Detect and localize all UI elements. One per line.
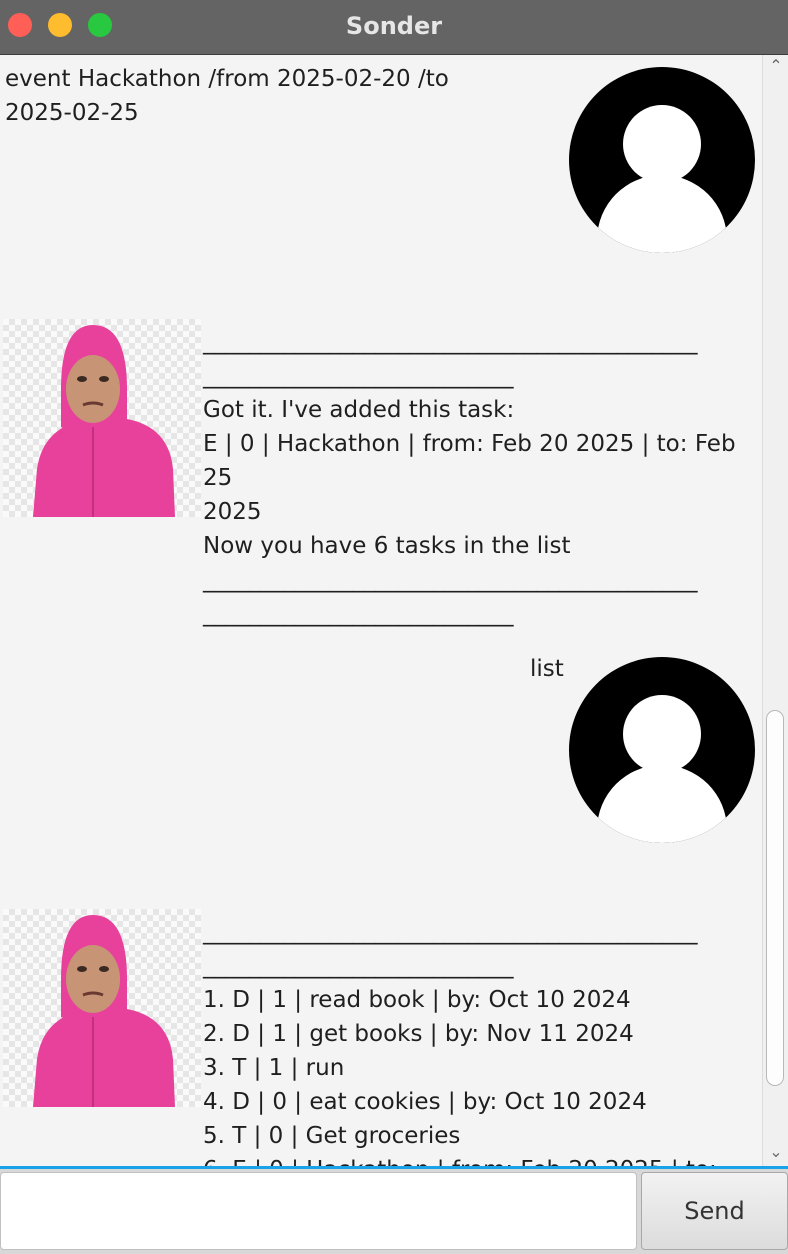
window-title: Sonder [345, 12, 443, 40]
scrollbar-thumb[interactable] [766, 710, 784, 1086]
user-avatar-icon [569, 657, 755, 843]
vertical-scrollbar[interactable]: ⌃ ⌄ [762, 55, 788, 1166]
user-message-text: list [530, 656, 564, 682]
bot-message-text: ________________________________________… [203, 329, 736, 627]
bot-avatar-image [3, 319, 201, 517]
chat-scroll-pane[interactable]: event Hackathon /from 2025-02-20 /to 202… [0, 55, 762, 1166]
title-bar: Sonder [0, 0, 788, 55]
send-button[interactable]: Send [641, 1172, 788, 1250]
bot-avatar-image [3, 909, 201, 1107]
chevron-up-icon[interactable]: ⌃ [767, 57, 785, 75]
user-message-text: event Hackathon /from 2025-02-20 /to 202… [5, 66, 449, 126]
bot-message-text: ________________________________________… [203, 919, 717, 1166]
message-input[interactable] [0, 1172, 637, 1250]
chevron-down-icon[interactable]: ⌄ [767, 1143, 785, 1161]
user-avatar-icon [569, 67, 755, 253]
input-bar: Send [0, 1166, 788, 1254]
